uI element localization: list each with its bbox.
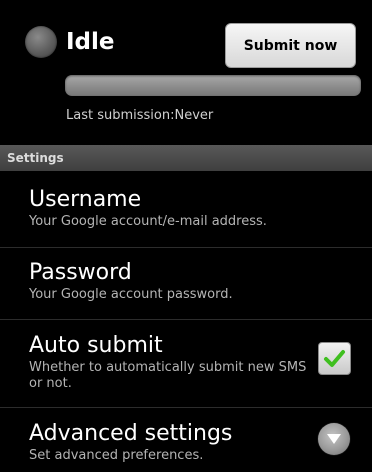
status-dot-icon: [25, 26, 57, 58]
last-submission-text: Last submission:Never: [66, 108, 214, 123]
password-preference[interactable]: Password Your Google account password.: [0, 248, 372, 320]
checkmark-icon: [324, 350, 345, 367]
submit-now-button[interactable]: Submit now: [225, 23, 356, 68]
username-preference[interactable]: Username Your Google account/e-mail addr…: [0, 176, 372, 248]
password-summary: Your Google account password.: [29, 287, 233, 302]
password-title: Password: [29, 260, 132, 285]
auto-submit-summary: Whether to automatically submit new SMS …: [29, 360, 307, 391]
advanced-settings-preference[interactable]: Advanced settings Set advanced preferenc…: [0, 408, 372, 472]
auto-submit-checkbox[interactable]: [318, 342, 351, 375]
advanced-settings-summary: Set advanced preferences.: [29, 448, 204, 463]
chevron-down-icon[interactable]: [318, 423, 350, 455]
progress-bar: [65, 75, 361, 96]
username-summary: Your Google account/e-mail address.: [29, 214, 267, 229]
username-title: Username: [29, 187, 142, 212]
auto-submit-preference[interactable]: Auto submit Whether to automatically sub…: [0, 320, 372, 408]
status-label: Idle: [66, 29, 115, 55]
settings-section-header: Settings: [0, 145, 372, 171]
status-header: Idle Submit now Last submission:Never: [0, 0, 372, 145]
